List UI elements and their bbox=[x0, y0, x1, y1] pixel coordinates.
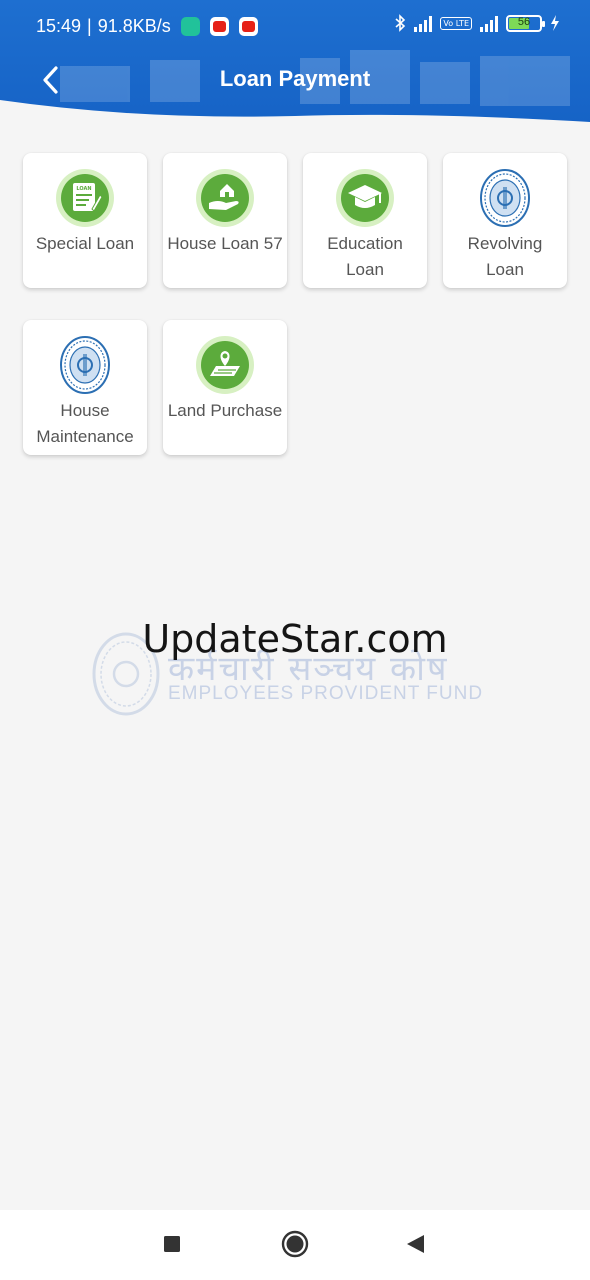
signal-icon bbox=[414, 14, 433, 32]
loan-card-house[interactable]: House Loan 57 bbox=[163, 153, 287, 288]
loan-icon-text: LOAN bbox=[76, 186, 91, 192]
epf-seal-icon bbox=[60, 336, 110, 394]
app-header: 15:49 | 91.8KB/s Vo LTE 56 Loan Payment bbox=[0, 0, 590, 126]
triangle-back-icon bbox=[407, 1235, 424, 1253]
status-network-speed: 91.8KB/s bbox=[97, 16, 171, 36]
volte-badge: Vo LTE bbox=[440, 16, 472, 30]
loan-card-education[interactable]: Education Loan bbox=[303, 153, 427, 288]
youtube-notification-icon-2 bbox=[238, 17, 258, 36]
status-separator: | bbox=[87, 16, 92, 36]
epf-seal-icon bbox=[480, 169, 530, 227]
status-time: 15:49 bbox=[36, 16, 82, 36]
home-button[interactable] bbox=[281, 1230, 309, 1262]
system-nav-bar bbox=[0, 1210, 590, 1280]
loan-card-label: House Maintenance bbox=[36, 401, 134, 446]
loan-document-icon: LOAN bbox=[56, 169, 114, 227]
recents-button[interactable] bbox=[162, 1234, 182, 1258]
loan-card-label: Education Loan bbox=[327, 234, 403, 279]
status-bar: 15:49 | 91.8KB/s Vo LTE 56 bbox=[0, 0, 590, 52]
page-title: Loan Payment bbox=[219, 66, 371, 91]
graduation-cap-icon bbox=[336, 169, 394, 227]
land-map-pin-icon bbox=[196, 336, 254, 394]
loan-card-revolving[interactable]: Revolving Loan bbox=[443, 153, 567, 288]
charging-icon bbox=[551, 15, 559, 31]
loan-card-label: House Loan 57 bbox=[167, 234, 283, 253]
signal-icon-2 bbox=[480, 14, 498, 32]
battery-icon: 56 bbox=[506, 14, 545, 32]
square-icon bbox=[164, 1236, 180, 1252]
circle-home-icon bbox=[281, 1230, 309, 1258]
youtube-notification-icon bbox=[209, 17, 229, 36]
nav-back-button[interactable] bbox=[404, 1233, 426, 1259]
loan-card-label: Revolving Loan bbox=[467, 234, 543, 279]
house-hand-icon bbox=[196, 169, 254, 227]
bluetooth-icon bbox=[395, 14, 406, 32]
loan-card-label: Special Loan bbox=[35, 234, 135, 253]
watermark-title: UpdateStar.com bbox=[142, 617, 448, 661]
loan-card-label: Land Purchase bbox=[167, 401, 283, 420]
loan-card-house-maintenance[interactable]: House Maintenance bbox=[23, 320, 147, 455]
notification-app-icon bbox=[180, 17, 200, 36]
battery-level: 56 bbox=[517, 15, 531, 28]
watermark-english-text: EMPLOYEES PROVIDENT FUND bbox=[168, 683, 484, 704]
loan-card-land-purchase[interactable]: Land Purchase bbox=[163, 320, 287, 455]
loan-card-special[interactable]: LOAN Special Loan bbox=[23, 153, 147, 288]
